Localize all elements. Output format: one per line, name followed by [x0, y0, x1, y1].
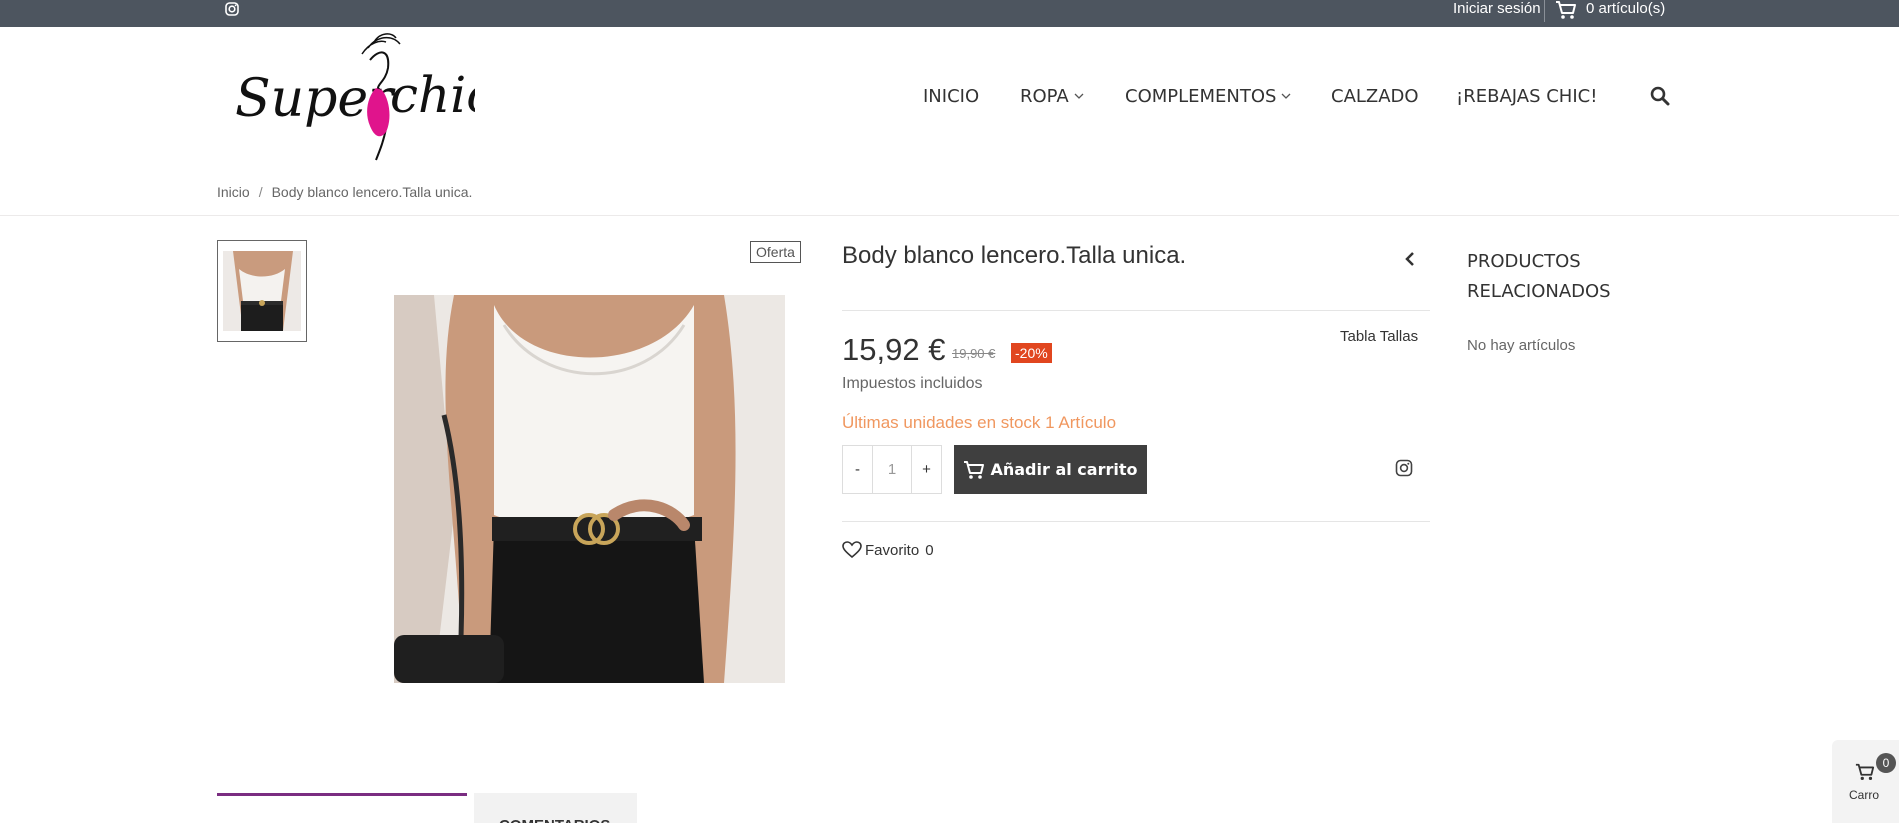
svg-text:chic: chic: [390, 66, 475, 124]
product-thumbnail-image: [223, 251, 301, 331]
size-table-link[interactable]: Tabla Tallas: [1340, 328, 1418, 345]
cart-icon: [1855, 763, 1875, 780]
top-bar: Iniciar sesión 0 artículo(s): [0, 0, 1899, 27]
discount-badge: -20%: [1011, 343, 1052, 363]
nav-item-label: ROPA: [1020, 86, 1069, 107]
nav-item-label: CALZADO: [1331, 86, 1419, 107]
nav-item-calzado[interactable]: CALZADO: [1331, 86, 1419, 107]
nav-item-label: ¡REBAJAS CHIC!: [1456, 86, 1598, 107]
quantity-plus-button[interactable]: +: [912, 446, 941, 493]
breadcrumb: Inicio / Body blanco lencero.Talla unica.: [217, 184, 472, 200]
divider: [842, 521, 1430, 522]
product-thumbnail[interactable]: [217, 240, 307, 342]
topbar-divider: [1544, 0, 1545, 22]
heart-icon: [842, 541, 862, 559]
login-link[interactable]: Iniciar sesión: [1453, 0, 1541, 17]
stock-status: Últimas unidades en stock 1 Artículo: [842, 413, 1117, 432]
old-price: 19,90 €: [952, 346, 996, 361]
nav-item-label: INICIO: [923, 86, 980, 107]
cart-count-link[interactable]: 0 artículo(s): [1586, 0, 1665, 17]
related-products-title: PRODUCTOS RELACIONADOS: [1467, 251, 1611, 302]
nav-item-complementos[interactable]: COMPLEMENTOS: [1125, 86, 1291, 107]
quantity-minus-button[interactable]: -: [843, 446, 872, 493]
product-title: Body blanco lencero.Talla unica.: [842, 242, 1187, 269]
related-products-empty: No hay artículos: [1467, 337, 1576, 354]
favorite-count: 0: [925, 541, 934, 559]
nav-item-inicio[interactable]: INICIO: [923, 86, 979, 107]
product-main-image[interactable]: [394, 295, 785, 683]
tab-product-details[interactable]: DETALLES DEL PRODUCTO: [217, 793, 467, 823]
site-logo[interactable]: Super chic: [230, 28, 475, 166]
cart-icon[interactable]: [1555, 0, 1577, 20]
tab-comments[interactable]: COMENTARIOS: [474, 793, 637, 823]
instagram-share-icon[interactable]: [1395, 459, 1413, 477]
offer-badge: Oferta: [750, 241, 801, 263]
breadcrumb-item-home[interactable]: Inicio: [217, 184, 250, 200]
cart-icon: [964, 460, 985, 479]
chevron-down-icon: [1074, 93, 1084, 99]
instagram-icon[interactable]: [224, 1, 240, 17]
breadcrumb-separator: /: [258, 184, 263, 200]
chevron-down-icon: [1282, 93, 1291, 99]
nav-item-label: COMPLEMENTOS: [1125, 86, 1277, 107]
nav-item-rebajas[interactable]: ¡REBAJAS CHIC!: [1456, 86, 1597, 107]
add-to-cart-button[interactable]: Añadir al carrito: [954, 445, 1147, 494]
favorite-button[interactable]: Favorito 0: [842, 541, 934, 559]
taxes-note: Impuestos incluidos: [842, 375, 983, 392]
floating-cart-label: Carro: [1849, 788, 1880, 802]
add-to-cart-label: Añadir al carrito: [990, 460, 1138, 479]
nav-item-ropa[interactable]: ROPA: [1020, 86, 1084, 107]
header-divider: [0, 215, 1899, 216]
floating-cart-button[interactable]: 0 Carro: [1832, 740, 1899, 823]
breadcrumb-item-current: Body blanco lencero.Talla unica.: [271, 184, 473, 200]
search-icon[interactable]: [1650, 86, 1670, 106]
divider: [842, 310, 1430, 311]
quantity-stepper: - 1 +: [842, 445, 942, 494]
quantity-input[interactable]: 1: [872, 446, 912, 493]
chevron-left-icon[interactable]: [1405, 251, 1415, 267]
cart-count-badge: 0: [1876, 753, 1896, 773]
favorite-label: Favorito: [865, 541, 920, 559]
current-price: 15,92 €: [842, 332, 946, 367]
